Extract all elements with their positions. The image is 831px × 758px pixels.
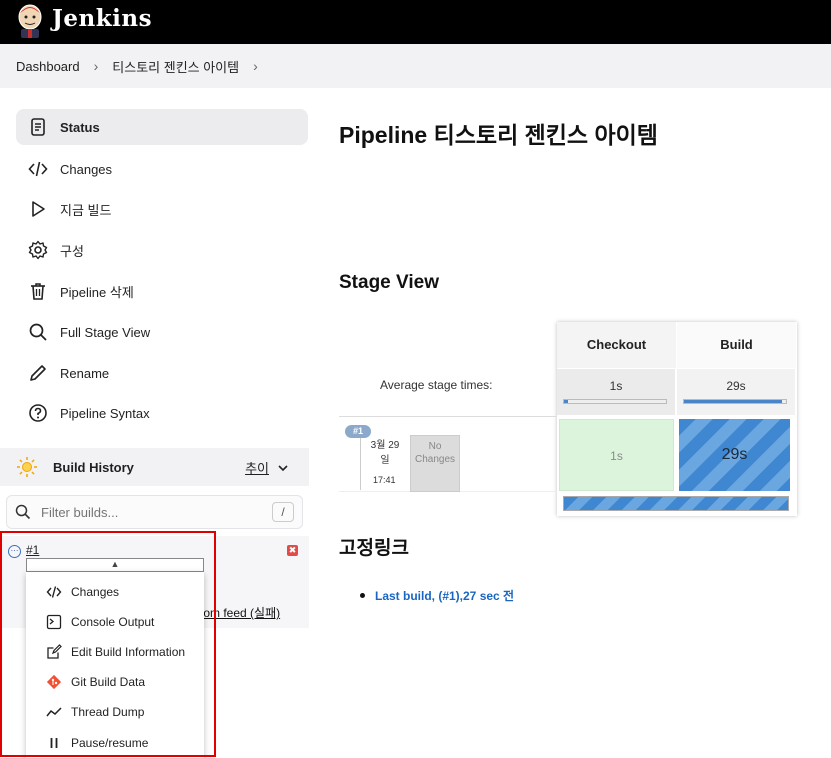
stage-cell-checkout[interactable]: 1s [559,419,674,491]
run-progress-bar [563,496,789,511]
sidebar-item-changes[interactable]: Changes [16,151,308,187]
sidebar-item-label: Rename [60,365,110,381]
average-stage-times-label: Average stage times: [380,378,493,392]
menu-item-edit-build-information[interactable]: Edit Build Information [46,641,185,663]
build-history-header: Build History 추이 [0,448,309,486]
avg-time-bar-fill [684,400,782,403]
sidebar-item-full-stage-view[interactable]: Full Stage View [16,314,308,350]
git-icon [46,674,62,690]
help-icon [29,404,47,422]
bullet-icon [360,593,365,598]
build-number-link[interactable]: #1 [26,543,39,557]
menu-item-changes[interactable]: Changes [46,581,119,603]
chevron-down-icon [278,464,288,471]
gear-icon [28,240,48,260]
sidebar-item-label: Changes [60,161,113,177]
search-icon [15,504,31,520]
sidebar-item-pipeline-syntax[interactable]: Pipeline Syntax [16,395,308,431]
sidebar-item-label: Pipeline Syntax [60,405,150,421]
keyboard-shortcut-badge: / [272,502,294,522]
sidebar-item-build-now[interactable]: 지금 빌드 [16,191,308,227]
brand-name[interactable]: Jenkins [52,5,152,32]
trend-link[interactable]: 추이 [245,458,289,477]
stage-cell-build[interactable]: 29s [679,419,790,491]
menu-item-label: Edit Build Information [71,645,186,659]
menu-item-label: Thread Dump [71,705,145,719]
code-icon [28,161,48,177]
no-changes-box: No Changes [410,435,460,492]
breadcrumb-dashboard[interactable]: Dashboard [16,59,80,74]
menu-item-pause-resume[interactable]: Pause/resume [46,732,148,754]
page-title: Pipeline 티스토리 젠킨스 아이템 [339,122,658,148]
document-icon [31,118,45,136]
build-context-menu: Changes Console Output Edit Build Inform… [26,572,204,758]
stage-header-checkout: Checkout [557,322,676,368]
atom-feed-failed-link[interactable]: tom feed (실패) [200,604,280,621]
breadcrumb-separator-icon: › [93,58,99,74]
sidebar-item-delete-pipeline[interactable]: Pipeline 삭제 [16,273,308,309]
sidebar-item-label: 구성 [60,243,84,259]
sidebar-item-rename[interactable]: Rename [16,355,308,391]
sidebar-item-label: Pipeline 삭제 [60,284,134,300]
permalink-last-build[interactable]: Last build, (#1),27 sec 전 [375,587,514,604]
sidebar-item-label: Full Stage View [60,324,151,340]
jenkins-logo-icon[interactable] [15,3,45,39]
run-date-line2: 일 [380,455,390,466]
sidebar-item-label: 지금 빌드 [60,202,112,218]
filter-placeholder: Filter builds... [41,504,119,520]
trash-icon [31,283,45,300]
more-options-icon[interactable]: ⋯ [8,545,21,558]
sidebar-item-configure[interactable]: 구성 [16,232,308,268]
avg-time-value: 1s [609,379,623,393]
permalinks-title: 고정링크 [339,538,409,559]
breadcrumb-item[interactable]: 티스토리 젠킨스 아이템 [112,57,239,76]
menu-item-label: Changes [71,585,120,599]
avg-time-value: 29s [726,379,746,393]
menu-item-console-output[interactable]: Console Output [46,611,154,633]
terminal-icon [46,614,62,630]
weather-sun-icon [17,457,37,477]
run-date: 3월 29 일 [365,438,405,468]
edit-icon [47,644,62,659]
avg-time-build: 29s [677,369,795,415]
pause-icon [50,738,58,748]
popup-collapse-handle[interactable]: ▲ [26,558,204,572]
menu-item-git-build-data[interactable]: Git Build Data [46,671,145,693]
avg-time-checkout: 1s [557,369,675,415]
menu-item-thread-dump[interactable]: Thread Dump [46,701,144,723]
chart-line-icon [46,707,62,717]
run-time: 17:41 [373,475,396,485]
avg-time-bar [563,399,667,404]
menu-item-label: Pause/resume [71,736,149,750]
avg-time-bar [683,399,787,404]
breadcrumb: Dashboard › 티스토리 젠킨스 아이템 › [0,44,831,88]
build-failed-icon: ✖ [287,545,298,556]
stage-header-build: Build [677,322,796,368]
trend-label: 추이 [245,461,269,476]
sidebar-item-label: Status [60,119,100,135]
permalink-item: Last build, (#1),27 sec 전 [360,587,514,604]
run-date-line1: 3월 29 [370,440,400,451]
top-header: Jenkins [0,0,831,44]
avg-time-bar-fill [564,400,569,403]
menu-item-label: Console Output [71,615,155,629]
search-icon [29,323,47,341]
menu-item-label: Git Build Data [71,675,146,689]
stage-view-title: Stage View [339,272,439,293]
build-history-title: Build History [53,459,134,475]
play-icon [32,201,45,217]
breadcrumb-separator-icon[interactable]: › [253,58,258,74]
filter-builds-input[interactable]: Filter builds... / [6,495,303,529]
run-badge[interactable]: #1 [345,425,371,438]
sidebar-item-status[interactable]: Status [16,109,308,145]
code-icon [46,586,62,598]
pencil-icon [30,365,46,381]
